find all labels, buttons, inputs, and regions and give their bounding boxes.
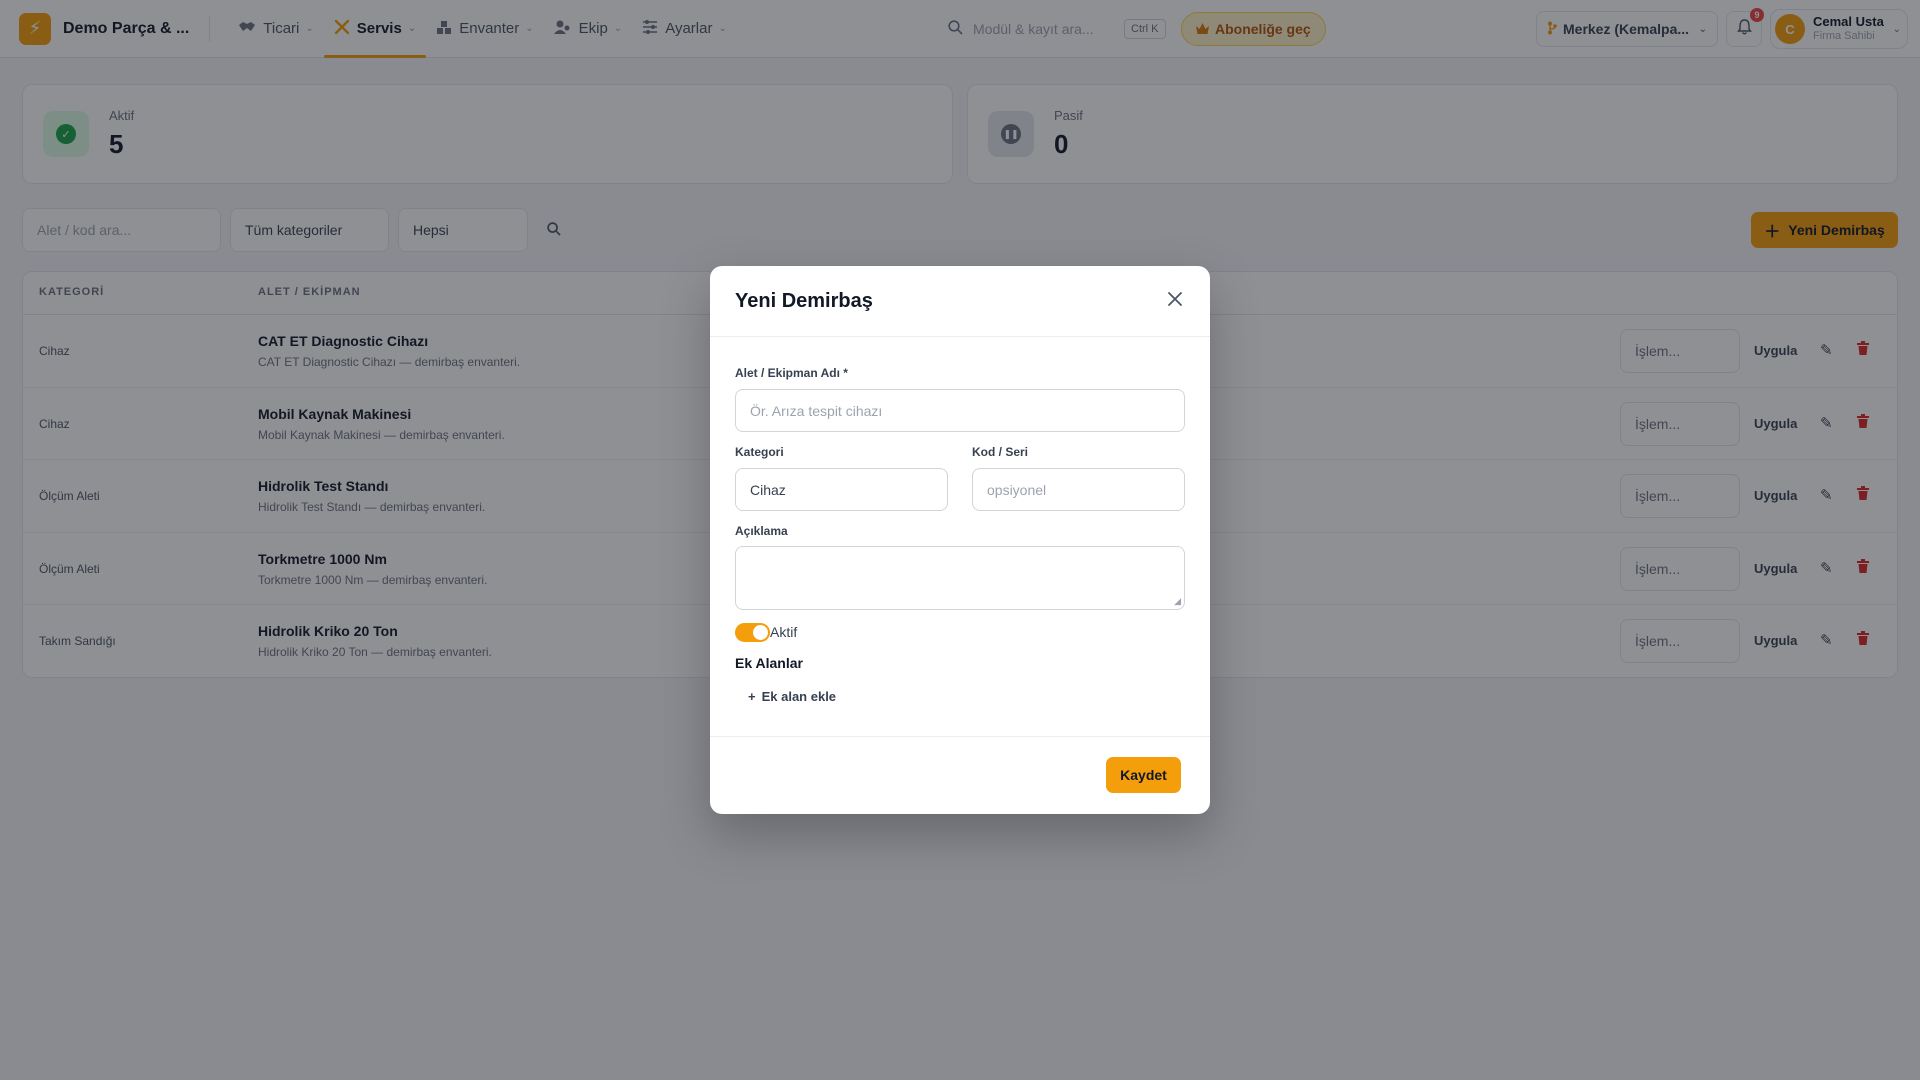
code-field-label: Kod / Seri bbox=[972, 445, 1029, 459]
toggle-knob bbox=[753, 625, 768, 640]
category-select[interactable]: Cihaz bbox=[735, 468, 948, 511]
new-asset-modal: Yeni Demirbaş Alet / Ekipman Adı * Ör. A… bbox=[710, 266, 1210, 814]
category-select-value: Cihaz bbox=[750, 481, 786, 498]
name-field-label: Alet / Ekipman Adı * bbox=[735, 366, 848, 380]
plus-icon: + bbox=[748, 689, 756, 704]
active-toggle-label: Aktif bbox=[770, 624, 798, 640]
resize-handle-icon[interactable]: ◢ bbox=[1174, 596, 1181, 607]
modal-footer-divider bbox=[710, 736, 1210, 737]
description-textarea[interactable]: ◢ bbox=[735, 546, 1185, 610]
name-field[interactable]: Ör. Arıza tespit cihazı bbox=[735, 389, 1185, 432]
modal-title: Yeni Demirbaş bbox=[735, 290, 873, 312]
category-field-label: Kategori bbox=[735, 445, 784, 459]
name-field-placeholder: Ör. Arıza tespit cihazı bbox=[750, 402, 883, 419]
add-extra-field-button[interactable]: + Ek alan ekle bbox=[748, 689, 836, 704]
description-field-label: Açıklama bbox=[735, 524, 788, 538]
code-field-placeholder: opsiyonel bbox=[987, 481, 1047, 498]
code-field[interactable]: opsiyonel bbox=[972, 468, 1185, 511]
save-button[interactable]: Kaydet bbox=[1106, 757, 1181, 793]
modal-header: Yeni Demirbaş bbox=[710, 266, 1210, 337]
active-toggle[interactable] bbox=[735, 623, 770, 642]
extra-fields-heading: Ek Alanlar bbox=[735, 655, 803, 671]
close-icon[interactable] bbox=[1160, 284, 1190, 314]
add-extra-field-label: Ek alan ekle bbox=[761, 689, 837, 704]
